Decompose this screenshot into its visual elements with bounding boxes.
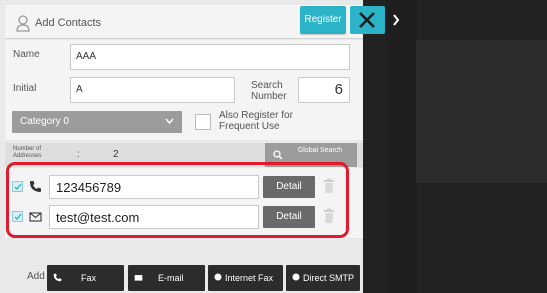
name-field[interactable]: AAA [70, 44, 350, 70]
contact-form: Name AAA Initial A Search Number 6 Categ… [5, 40, 363, 140]
add-direct-smtp-button[interactable]: Direct SMTP [286, 265, 360, 291]
dot-icon [292, 273, 300, 281]
side-drawer-handle[interactable] [386, 0, 417, 293]
chevron-right-icon[interactable] [392, 14, 400, 26]
add-fax-button[interactable]: Fax [47, 265, 124, 291]
dot-icon [214, 273, 222, 281]
address-highlight-frame [6, 162, 349, 238]
chevron-down-icon [165, 118, 174, 124]
add-address-bar: Add Fax E-mail Internet Fax Direct SMTP [5, 262, 363, 293]
address-count-colon: : [77, 149, 80, 160]
mail-icon [134, 275, 143, 281]
close-icon [359, 12, 375, 28]
page-title: Add Contacts [35, 17, 102, 29]
search-icon [273, 150, 283, 160]
search-number-label: Search Number [251, 80, 287, 102]
contact-icon [16, 15, 30, 32]
background-panel [416, 40, 547, 183]
add-email-button[interactable]: E-mail [128, 265, 205, 291]
address-count-value: 2 [113, 149, 119, 160]
close-button[interactable] [350, 6, 385, 34]
add-fax-label: Fax [81, 273, 97, 283]
add-direct-smtp-label: Direct SMTP [303, 273, 355, 283]
phone-icon [53, 273, 62, 282]
name-label: Name [13, 49, 40, 60]
add-label: Add [27, 271, 45, 282]
add-internet-fax-label: Internet Fax [225, 273, 274, 283]
address-count-label: Number of Addresses [13, 146, 42, 159]
initial-label: Initial [13, 83, 37, 94]
register-button[interactable]: Register [300, 6, 346, 34]
category-select[interactable]: Category 0 [12, 111, 182, 133]
frequent-use-label: Also Register for Frequent Use [219, 110, 293, 132]
search-number-field[interactable]: 6 [298, 77, 350, 103]
global-search-label: Global Search [297, 147, 343, 154]
add-contacts-panel: Add Contacts Register Name AAA Initial A… [0, 0, 385, 293]
frequent-use-checkbox[interactable] [195, 114, 211, 130]
category-value: Category 0 [20, 116, 69, 127]
add-internet-fax-button[interactable]: Internet Fax [208, 265, 283, 291]
initial-field[interactable]: A [70, 77, 235, 103]
add-email-label: E-mail [158, 273, 184, 283]
